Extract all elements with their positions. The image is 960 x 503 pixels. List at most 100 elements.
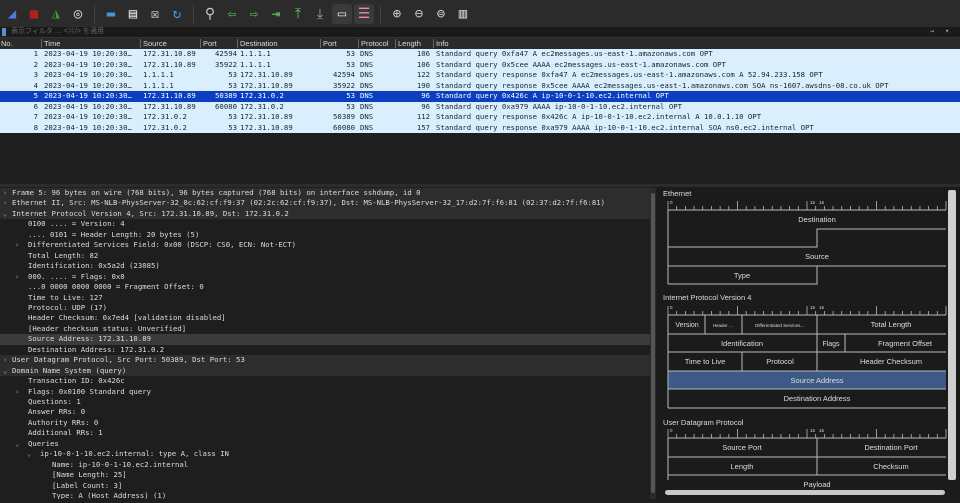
field-tree-item[interactable]: Destination Address: 172.31.0.2	[0, 345, 655, 356]
field-source-address[interactable]: Source Address	[791, 376, 844, 385]
open-file-icon[interactable]: ▬	[101, 4, 121, 24]
packet-row[interactable]: 6 2023-04-19 10:20:30… 172.31.10.89 60080 17…	[0, 101, 960, 112]
field-tree-item[interactable]: ⌄ ip-10-0-1-10.ec2.internal: type A, clas…	[0, 449, 655, 460]
field-source-port[interactable]: Source Port	[722, 443, 763, 452]
field-tree-item[interactable]: Protocol: UDP (17)	[0, 303, 655, 314]
filter-dropdown-icon[interactable]: ▾	[945, 27, 949, 35]
collapse-arrow-icon[interactable]: ⌄	[27, 449, 35, 460]
column-src-port[interactable]: Port	[200, 39, 217, 48]
go-forward-icon[interactable]: ⇨	[244, 4, 264, 24]
field-source[interactable]: Source	[805, 252, 829, 261]
column-info[interactable]: Info	[433, 39, 449, 48]
protocol-tree-item[interactable]: ⌄ Domain Name System (query)	[0, 365, 655, 377]
colorize-icon[interactable]: ☰	[354, 3, 374, 24]
field-tree-item[interactable]: Name: ip-10-0-1-10.ec2.internal	[0, 460, 655, 471]
field-version[interactable]: Version	[675, 322, 698, 329]
collapse-arrow-icon[interactable]: ⌄	[3, 366, 11, 377]
field-tree-item[interactable]: Header Checksum: 0x7ed4 [validation disa…	[0, 313, 655, 324]
field-tree-item[interactable]: Additional RRs: 1	[0, 428, 655, 439]
column-length[interactable]: Length	[395, 39, 421, 48]
column-destination[interactable]: Destination	[237, 39, 278, 48]
field-tree-item[interactable]: › 000. .... = Flags: 0x0	[0, 272, 655, 283]
zoom-in-icon[interactable]: ⊕	[387, 4, 407, 24]
stop-capture-icon[interactable]: ■	[24, 4, 44, 24]
packet-row[interactable]: 4 2023-04-19 10:20:30… 1.1.1.1 53 172.31.10.…	[0, 80, 960, 91]
field-tree-item[interactable]: ⌄ Queries	[0, 439, 655, 450]
resize-columns-icon[interactable]: ▥	[453, 4, 473, 24]
protocol-tree-item[interactable]: › User Datagram Protocol, Src Port: 50389…	[0, 355, 655, 366]
expand-arrow-icon[interactable]: ›	[15, 387, 23, 398]
column-time[interactable]: Time	[41, 39, 60, 48]
field-ttl[interactable]: Time to Live	[685, 357, 726, 366]
column-protocol[interactable]: Protocol	[358, 39, 389, 48]
field-header-length[interactable]: Header …	[713, 323, 734, 328]
go-last-icon[interactable]: ⤓	[310, 4, 330, 24]
auto-scroll-icon[interactable]: ▭	[332, 3, 352, 24]
field-tree-item[interactable]: Transaction ID: 0x426c	[0, 376, 655, 387]
field-flags[interactable]: Flags	[822, 341, 840, 348]
field-tree-item[interactable]: [Name Length: 25]	[0, 470, 655, 481]
field-tree-item[interactable]: [Header checksum status: Unverified]	[0, 324, 655, 335]
expand-arrow-icon[interactable]: ›	[15, 240, 23, 251]
zoom-out-icon[interactable]: ⊖	[409, 4, 429, 24]
field-tree-item[interactable]: › Flags: 0x0100 Standard query	[0, 387, 655, 398]
expand-arrow-icon[interactable]: ›	[3, 355, 11, 366]
reload-icon[interactable]: ↻	[167, 4, 187, 24]
bookmark-icon[interactable]	[2, 28, 6, 36]
field-tree-item[interactable]: › Differentiated Services Field: 0x00 (DS…	[0, 240, 655, 251]
packet-row[interactable]: 8 2023-04-19 10:20:30… 172.31.0.2 53 172.31.…	[0, 122, 960, 133]
field-tree-item[interactable]: Identification: 0x5a2d (23085)	[0, 261, 655, 272]
field-destination[interactable]: Destination	[798, 215, 836, 224]
field-tree-item[interactable]: Type: A (Host Address) (1)	[0, 491, 655, 499]
capture-options-icon[interactable]: ◎	[68, 4, 88, 24]
field-tree-item[interactable]: [Label Count: 3]	[0, 481, 655, 492]
apply-filter-arrow-icon[interactable]: →	[930, 27, 934, 35]
field-protocol[interactable]: Protocol	[766, 357, 794, 366]
collapse-arrow-icon[interactable]: ⌄	[15, 439, 23, 450]
display-filter-input[interactable]: 表示フィルタ … <⌘/> を適用	[9, 27, 924, 37]
go-to-packet-icon[interactable]: ⇥	[266, 4, 286, 24]
field-total-length[interactable]: Total Length	[871, 320, 912, 329]
packet-row[interactable]: 1 2023-04-19 10:20:30… 172.31.10.89 42594 1.…	[0, 49, 960, 60]
field-fragment-offset[interactable]: Fragment Offset	[878, 339, 933, 348]
expand-arrow-icon[interactable]: ›	[3, 198, 11, 209]
field-identification[interactable]: Identification	[721, 339, 763, 348]
restart-capture-icon[interactable]: ◮	[46, 4, 66, 24]
field-tree-item[interactable]: 0100 .... = Version: 4	[0, 219, 655, 230]
field-tree-item[interactable]: Questions: 1	[0, 397, 655, 408]
expand-arrow-icon[interactable]: ›	[3, 188, 11, 199]
field-destination-address[interactable]: Destination Address	[784, 394, 851, 403]
packet-row[interactable]: 7 2023-04-19 10:20:30… 172.31.0.2 53 172.31.…	[0, 112, 960, 123]
field-payload[interactable]: Payload	[803, 480, 830, 489]
shark-fin-start-icon[interactable]: ◢	[2, 4, 22, 24]
expand-arrow-icon[interactable]: ›	[15, 272, 23, 283]
go-first-icon[interactable]: ⤒	[288, 4, 308, 24]
find-packet-icon[interactable]: ⚲	[200, 4, 220, 24]
field-destination-port[interactable]: Destination Port	[864, 443, 918, 452]
field-tree-item[interactable]: .... 0101 = Header Length: 20 bytes (5)	[0, 230, 655, 241]
diagram-vertical-scrollbar[interactable]	[948, 190, 956, 480]
field-length[interactable]: Length	[731, 462, 754, 471]
packet-row[interactable]: 2 2023-04-19 10:20:30… 172.31.10.89 35922 1.…	[0, 59, 960, 70]
column-source[interactable]: Source	[140, 39, 167, 48]
packet-row[interactable]: 5 2023-04-19 10:20:30… 172.31.10.89 50389 17…	[0, 91, 960, 102]
protocol-tree-item[interactable]: › Ethernet II, Src: MS-NLB-PhysServer-32_…	[0, 198, 655, 209]
field-tree-item[interactable]: Total Length: 82	[0, 251, 655, 262]
collapse-arrow-icon[interactable]: ⌄	[3, 209, 11, 220]
go-back-icon[interactable]: ⇦	[222, 4, 242, 24]
protocol-tree-item[interactable]: ⌄ Internet Protocol Version 4, Src: 172.3…	[0, 208, 655, 220]
field-checksum[interactable]: Checksum	[873, 462, 908, 471]
field-tree-item[interactable]: ...0 0000 0000 0000 = Fragment Offset: 0	[0, 282, 655, 293]
field-tree-item[interactable]: Answer RRs: 0	[0, 407, 655, 418]
field-tree-item[interactable]: Time to Live: 127	[0, 293, 655, 304]
packet-row[interactable]: 3 2023-04-19 10:20:30… 1.1.1.1 53 172.31.10.…	[0, 70, 960, 81]
zoom-reset-icon[interactable]: ⊜	[431, 4, 451, 24]
column-no[interactable]: No.	[0, 39, 13, 48]
diagram-horizontal-scrollbar[interactable]	[665, 490, 945, 495]
field-type[interactable]: Type	[734, 271, 750, 280]
field-tree-item[interactable]: Authority RRs: 0	[0, 418, 655, 429]
column-dst-port[interactable]: Port	[320, 39, 337, 48]
close-file-icon[interactable]: ☒	[145, 4, 165, 24]
protocol-tree-item[interactable]: › Frame 5: 96 bytes on wire (768 bits), 9…	[0, 188, 655, 199]
field-header-checksum[interactable]: Header Checksum	[860, 357, 922, 366]
